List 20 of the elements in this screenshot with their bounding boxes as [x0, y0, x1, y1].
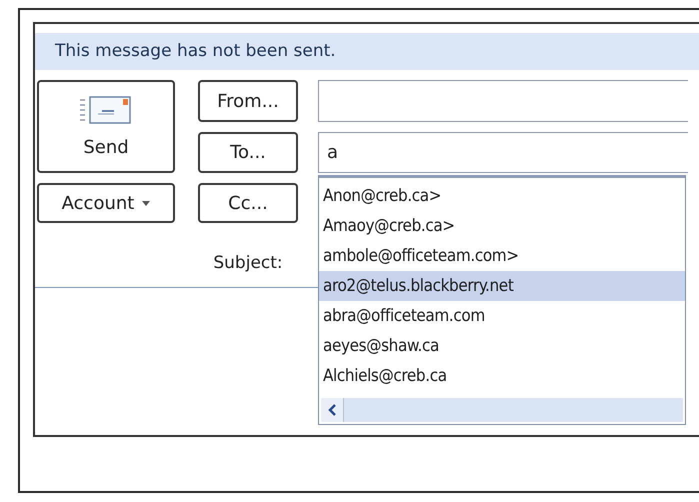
- to-field[interactable]: a: [318, 132, 688, 173]
- subject-label: Subject:: [213, 253, 283, 273]
- caret-icon: [142, 200, 150, 206]
- from-field[interactable]: [318, 80, 688, 122]
- suggestion-item[interactable]: aro2@telus.blackberry.net: [319, 271, 685, 301]
- suggestion-item[interactable]: abra@officeteam.com: [319, 301, 685, 331]
- suggestion-item[interactable]: Alchiels@creb.ca: [319, 361, 685, 391]
- to-button[interactable]: To...: [198, 132, 298, 173]
- suggestion-item[interactable]: aeyes@shaw.ca: [319, 331, 685, 361]
- suggestion-item[interactable]: ambole@officeteam.com>: [319, 241, 685, 271]
- from-button[interactable]: From...: [198, 80, 298, 122]
- info-bar: This message has not been sent.: [35, 33, 699, 70]
- cc-button[interactable]: Cc...: [198, 183, 298, 223]
- suggestion-item[interactable]: Anon@creb.ca>: [319, 181, 685, 211]
- account-button[interactable]: Account: [37, 183, 175, 223]
- horizontal-scrollbar[interactable]: [321, 398, 683, 422]
- envelope-icon: [80, 95, 132, 125]
- send-button[interactable]: Send: [37, 80, 175, 173]
- suggestion-item[interactable]: Amaoy@creb.ca>: [319, 211, 685, 241]
- scroll-left-button[interactable]: [321, 398, 344, 422]
